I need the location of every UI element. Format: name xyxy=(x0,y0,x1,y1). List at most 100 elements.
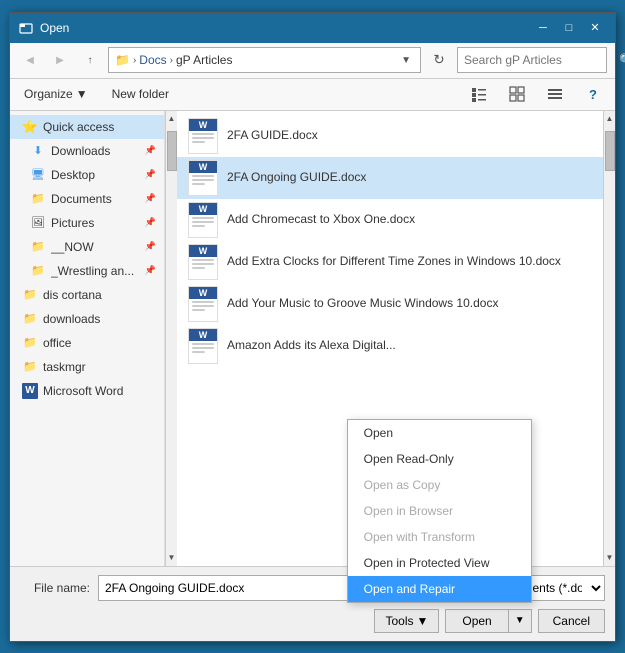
dropdown-open-browser-label: Open in Browser xyxy=(364,504,453,518)
sidebar-item-label-pictures: Pictures xyxy=(51,216,94,230)
sidebar: ⭐ Quick access ⬇ Downloads 📌 🖥 Desktop 📌… xyxy=(10,111,165,566)
pin-icon-now: 📌 xyxy=(145,241,156,252)
sidebar-item-office[interactable]: 📁 office xyxy=(10,331,164,355)
dropdown-item-open-copy[interactable]: Open as Copy xyxy=(348,472,531,498)
downloads2-icon: 📁 xyxy=(22,311,38,327)
sidebar-scroll-thumb[interactable] xyxy=(167,131,177,171)
dropdown-open-transform-label: Open with Transform xyxy=(364,530,475,544)
sidebar-item-label-downloads: Downloads xyxy=(51,144,110,158)
file-item-2[interactable]: W 2FA Ongoing GUIDE.docx xyxy=(177,157,603,199)
file-item-3[interactable]: W Add Chromecast to Xbox One.docx xyxy=(177,199,603,241)
pin-icon-docs: 📌 xyxy=(145,193,156,204)
navigation-toolbar: ◀ ▶ ↑ 📁 › Docs › gP Articles ▼ ↻ 🔍 xyxy=(10,43,615,79)
search-box[interactable]: 🔍 xyxy=(457,47,607,73)
view-extra-button[interactable] xyxy=(541,82,569,106)
downloads-icon: ⬇ xyxy=(30,143,46,159)
search-input[interactable] xyxy=(464,53,619,67)
organize-chevron-icon: ▼ xyxy=(76,87,88,101)
desktop-icon: 🖥 xyxy=(30,167,46,183)
close-button[interactable]: ✕ xyxy=(583,18,607,38)
sidebar-item-discortana[interactable]: 📁 dis cortana xyxy=(10,283,164,307)
file-name-1: 2FA GUIDE.docx xyxy=(227,128,318,144)
buttons-row: Tools ▼ Open ▼ Open xyxy=(20,609,605,633)
sidebar-scrollbar[interactable]: ▲ ▼ xyxy=(165,111,177,566)
tools-label: Tools xyxy=(385,614,413,628)
filelist-scroll-thumb[interactable] xyxy=(605,131,615,171)
view-toggle-button[interactable] xyxy=(503,82,531,106)
documents-icon: 📁 xyxy=(30,191,46,207)
open-label: Open xyxy=(462,614,491,628)
pictures-icon: 🖼 xyxy=(30,215,46,231)
tools-chevron-icon: ▼ xyxy=(416,614,428,628)
dropdown-item-open-transform[interactable]: Open with Transform xyxy=(348,524,531,550)
msword-icon: W xyxy=(22,383,38,399)
sidebar-item-label-office: office xyxy=(43,336,71,350)
sidebar-item-pictures[interactable]: 🖼 Pictures 📌 xyxy=(10,211,164,235)
help-button[interactable]: ? xyxy=(579,82,607,106)
dialog-icon xyxy=(18,20,34,36)
sidebar-item-downloads[interactable]: ⬇ Downloads 📌 xyxy=(10,139,164,163)
file-icon-5: W xyxy=(187,285,219,323)
open-dropdown-button[interactable]: ▼ xyxy=(508,609,532,633)
file-icon-1: W xyxy=(187,117,219,155)
file-icon-3: W xyxy=(187,201,219,239)
dropdown-item-open-protected[interactable]: Open in Protected View xyxy=(348,550,531,576)
pin-icon: 📌 xyxy=(145,145,156,156)
file-icon-2: W xyxy=(187,159,219,197)
tools-button[interactable]: Tools ▼ xyxy=(374,609,439,633)
sidebar-scroll-down[interactable]: ▼ xyxy=(166,550,177,566)
file-item-1[interactable]: W 2FA GUIDE.docx xyxy=(177,115,603,157)
dropdown-item-open-repair[interactable]: Open and Repair xyxy=(348,576,531,602)
maximize-button[interactable]: □ xyxy=(557,18,581,38)
open-main-button[interactable]: Open xyxy=(445,609,507,633)
file-name-label: File name: xyxy=(20,581,90,595)
discortana-icon: 📁 xyxy=(22,287,38,303)
filelist-scroll-up[interactable]: ▲ xyxy=(604,111,615,127)
sidebar-item-desktop[interactable]: 🖥 Desktop 📌 xyxy=(10,163,164,187)
organize-button[interactable]: Organize ▼ xyxy=(18,84,94,104)
view-toggle-icon xyxy=(509,86,525,102)
sidebar-item-label-now: __NOW xyxy=(51,240,94,254)
breadcrumb-gparticles[interactable]: gP Articles xyxy=(176,53,232,67)
dropdown-item-open-readonly[interactable]: Open Read-Only xyxy=(348,446,531,472)
sidebar-item-label-quick-access: Quick access xyxy=(43,120,114,134)
taskmgr-icon: 📁 xyxy=(22,359,38,375)
breadcrumb-folder-icon: 📁 xyxy=(115,53,130,67)
sidebar-item-downloads2[interactable]: 📁 downloads xyxy=(10,307,164,331)
secondary-toolbar: Organize ▼ New folder xyxy=(10,79,615,111)
open-dropdown-arrow-icon: ▼ xyxy=(515,615,525,626)
sidebar-item-taskmgr[interactable]: 📁 taskmgr xyxy=(10,355,164,379)
dialog-title: Open xyxy=(40,21,531,35)
new-folder-button[interactable]: New folder xyxy=(104,84,177,104)
sidebar-item-wrestling[interactable]: 📁 _Wrestling an... 📌 xyxy=(10,259,164,283)
back-button[interactable]: ◀ xyxy=(18,48,42,72)
cancel-button[interactable]: Cancel xyxy=(538,609,605,633)
file-item-6[interactable]: W Amazon Adds its Alexa Digital... xyxy=(177,325,603,367)
sidebar-item-quick-access[interactable]: ⭐ Quick access xyxy=(10,115,164,139)
sidebar-item-msword[interactable]: W Microsoft Word xyxy=(10,379,164,403)
file-item-4[interactable]: W Add Extra Clocks for Different Time Zo… xyxy=(177,241,603,283)
dropdown-item-open[interactable]: Open xyxy=(348,420,531,446)
file-item-5[interactable]: W Add Your Music to Groove Music Windows… xyxy=(177,283,603,325)
dropdown-item-open-browser[interactable]: Open in Browser xyxy=(348,498,531,524)
dropdown-open-copy-label: Open as Copy xyxy=(364,478,441,492)
refresh-button[interactable]: ↻ xyxy=(427,48,451,72)
bottom-section: File name: All Word Documents (*.docx;*.… xyxy=(10,566,615,641)
cancel-label: Cancel xyxy=(553,614,590,628)
sidebar-item-now[interactable]: 📁 __NOW 📌 xyxy=(10,235,164,259)
dropdown-open-protected-label: Open in Protected View xyxy=(364,556,490,570)
filelist-scroll-down[interactable]: ▼ xyxy=(604,550,615,566)
up-button[interactable]: ↑ xyxy=(78,48,102,72)
minimize-button[interactable]: ─ xyxy=(531,18,555,38)
sidebar-scroll-up[interactable]: ▲ xyxy=(166,111,177,127)
sidebar-item-documents[interactable]: 📁 Documents 📌 xyxy=(10,187,164,211)
breadcrumb-docs[interactable]: Docs xyxy=(139,53,166,67)
view-details-button[interactable] xyxy=(465,82,493,106)
breadcrumb[interactable]: 📁 › Docs › gP Articles ▼ xyxy=(108,47,421,73)
view-details-icon xyxy=(471,86,487,102)
filelist-scrollbar[interactable]: ▲ ▼ xyxy=(603,111,615,566)
forward-button[interactable]: ▶ xyxy=(48,48,72,72)
pin-icon-wrestling: 📌 xyxy=(145,265,156,276)
dropdown-open-readonly-label: Open Read-Only xyxy=(364,452,454,466)
open-dropdown-menu: Open Open Read-Only Open as Copy Open in… xyxy=(347,419,532,603)
